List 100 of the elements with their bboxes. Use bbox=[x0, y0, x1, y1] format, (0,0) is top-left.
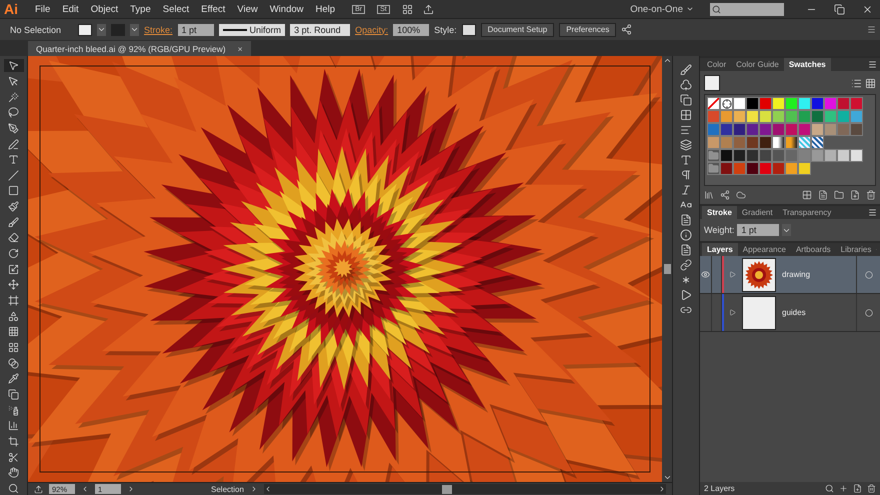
color-swatch[interactable] bbox=[707, 136, 720, 149]
color-swatch[interactable] bbox=[824, 123, 837, 136]
color-swatch[interactable] bbox=[798, 136, 811, 149]
color-swatch[interactable] bbox=[733, 97, 746, 110]
color-swatch[interactable] bbox=[746, 110, 759, 123]
panel-menu-icon[interactable] bbox=[868, 208, 877, 217]
menu-item[interactable]: Effect bbox=[196, 4, 230, 14]
perspective-grid-icon[interactable] bbox=[8, 326, 19, 338]
color-swatch[interactable] bbox=[785, 97, 798, 110]
stroke-swatch[interactable] bbox=[111, 24, 126, 36]
scroll-up-icon[interactable] bbox=[662, 56, 672, 65]
panel-tab[interactable]: Libraries bbox=[836, 243, 876, 256]
fill-stroke-swatch[interactable] bbox=[704, 75, 720, 91]
grid-view-icon[interactable] bbox=[865, 78, 876, 88]
close-tab-button[interactable]: × bbox=[238, 44, 243, 54]
restore-icon[interactable] bbox=[834, 4, 844, 14]
color-swatch[interactable] bbox=[837, 97, 850, 110]
color-swatch[interactable] bbox=[798, 123, 811, 136]
opacity-link[interactable]: Opacity: bbox=[355, 24, 388, 34]
target-icon[interactable] bbox=[864, 270, 872, 278]
color-swatch[interactable] bbox=[772, 149, 785, 162]
color-swatch[interactable] bbox=[720, 97, 733, 110]
color-swatch[interactable] bbox=[811, 149, 824, 162]
color-swatch[interactable] bbox=[811, 97, 824, 110]
brush-dropdown[interactable]: 3 pt. Round bbox=[290, 24, 350, 36]
expand-icon[interactable] bbox=[729, 309, 736, 316]
panel-tab[interactable]: Gradient bbox=[736, 206, 778, 219]
eraser-icon[interactable] bbox=[8, 232, 19, 244]
type-tool-icon[interactable] bbox=[8, 154, 19, 166]
color-swatch[interactable] bbox=[824, 97, 837, 110]
stroke-link[interactable]: Stroke: bbox=[144, 24, 173, 34]
color-swatch[interactable] bbox=[746, 136, 759, 149]
color-swatch[interactable] bbox=[720, 162, 733, 175]
swatch-libraries-icon[interactable] bbox=[704, 190, 714, 200]
menu-item[interactable]: Window bbox=[264, 4, 309, 14]
color-swatch[interactable] bbox=[720, 149, 733, 162]
color-swatch[interactable] bbox=[772, 123, 785, 136]
color-swatch[interactable] bbox=[837, 110, 850, 123]
previous-artboard-icon[interactable] bbox=[81, 485, 89, 493]
color-swatch[interactable] bbox=[798, 110, 811, 123]
color-swatch[interactable] bbox=[720, 110, 733, 123]
color-swatch[interactable] bbox=[772, 97, 785, 110]
caret-icon[interactable] bbox=[130, 25, 140, 34]
menu-item[interactable]: Help bbox=[310, 4, 340, 14]
zoom-icon[interactable] bbox=[8, 482, 19, 494]
panel-tab[interactable]: Layers bbox=[702, 243, 738, 256]
color-swatch[interactable] bbox=[837, 149, 850, 162]
style-swatch[interactable] bbox=[462, 24, 476, 36]
symbols-icon[interactable] bbox=[680, 79, 692, 91]
color-swatch[interactable] bbox=[772, 162, 785, 175]
fill-swatch[interactable] bbox=[78, 24, 92, 36]
color-swatch[interactable] bbox=[798, 162, 811, 175]
scroll-thumb[interactable] bbox=[664, 264, 670, 274]
swatch-options-icon[interactable] bbox=[818, 190, 828, 200]
color-swatch[interactable] bbox=[798, 97, 811, 110]
blob-brush-icon[interactable] bbox=[8, 216, 19, 228]
info-icon[interactable] bbox=[680, 229, 692, 241]
paintbrush-icon[interactable] bbox=[8, 201, 19, 212]
new-layer-icon[interactable] bbox=[853, 484, 862, 493]
rectangle-tool-icon[interactable] bbox=[8, 185, 19, 196]
color-swatch[interactable] bbox=[811, 123, 824, 136]
panel-tab[interactable]: Appearance bbox=[738, 243, 791, 256]
caret-icon[interactable] bbox=[97, 25, 106, 34]
color-swatch[interactable] bbox=[785, 149, 798, 162]
color-swatch[interactable] bbox=[811, 110, 824, 123]
color-swatch[interactable] bbox=[850, 123, 863, 136]
profile-dropdown[interactable]: Uniform bbox=[218, 24, 286, 36]
color-swatch[interactable] bbox=[824, 149, 837, 162]
menu-item[interactable]: View bbox=[232, 4, 263, 14]
color-swatch[interactable] bbox=[720, 123, 733, 136]
scroll-thumb[interactable] bbox=[442, 484, 452, 494]
color-swatch[interactable] bbox=[746, 97, 759, 110]
pen-tool-icon[interactable] bbox=[8, 122, 19, 134]
hand-icon[interactable] bbox=[8, 467, 19, 478]
color-swatch[interactable] bbox=[772, 110, 785, 123]
next-artboard-icon[interactable] bbox=[127, 485, 135, 493]
color-swatch[interactable] bbox=[746, 149, 759, 162]
arrange-documents-icon[interactable] bbox=[402, 4, 413, 14]
graph-icon[interactable] bbox=[8, 420, 19, 432]
color-swatch[interactable] bbox=[759, 110, 772, 123]
new-swatch-icon[interactable] bbox=[850, 190, 860, 200]
color-swatch[interactable] bbox=[707, 97, 720, 110]
panel-tab[interactable]: Color bbox=[702, 58, 732, 71]
shape-builder-icon[interactable] bbox=[8, 310, 19, 322]
character-icon[interactable] bbox=[680, 154, 692, 166]
rotate-icon[interactable] bbox=[8, 248, 19, 260]
color-swatch[interactable] bbox=[733, 162, 746, 175]
color-swatch[interactable] bbox=[785, 110, 798, 123]
scroll-down-icon[interactable] bbox=[662, 473, 672, 482]
menu-item[interactable]: Type bbox=[125, 4, 156, 14]
align-icon[interactable] bbox=[680, 124, 692, 136]
expand-icon[interactable] bbox=[729, 271, 736, 278]
target-icon[interactable] bbox=[864, 308, 872, 316]
magic-wand-icon[interactable] bbox=[8, 92, 19, 103]
workspace-switcher[interactable]: One-on-One bbox=[630, 4, 694, 14]
selection-tool-icon[interactable] bbox=[8, 60, 19, 72]
brushes-icon[interactable] bbox=[680, 64, 692, 76]
color-swatch[interactable] bbox=[785, 136, 798, 149]
color-swatch[interactable] bbox=[733, 136, 746, 149]
delete-icon[interactable] bbox=[867, 484, 876, 493]
